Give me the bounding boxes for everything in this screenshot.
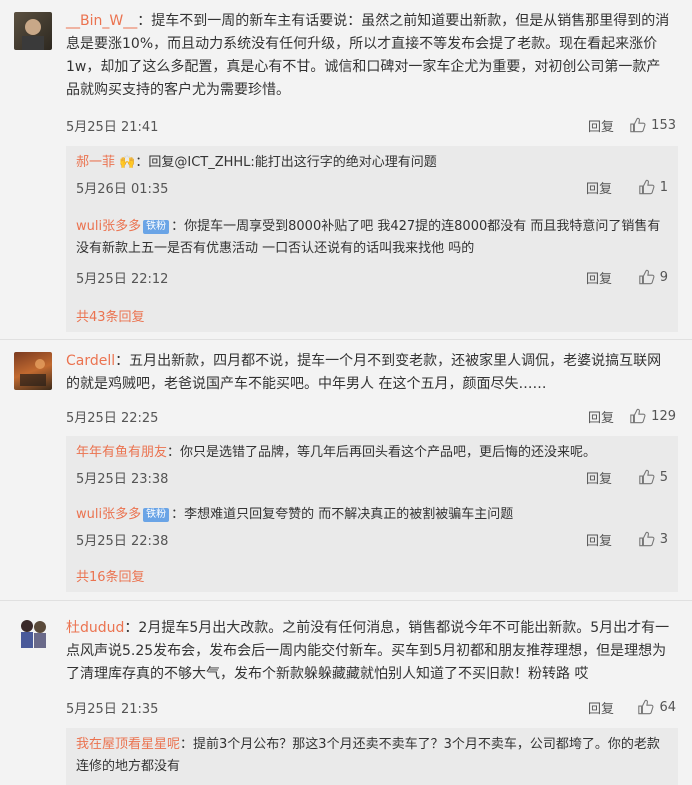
timestamp: 5月25日 21:35 (66, 702, 159, 717)
reply-username[interactable]: wuli张多多 (76, 507, 141, 522)
like-button[interactable]: 129 (629, 407, 676, 425)
reply-username[interactable]: 年年有鱼有朋友 (76, 445, 167, 460)
comment-item: __Bin_W__：提车不到一周的新车主有话要说：虽然之前知道要出新款，但是从销… (0, 0, 692, 340)
like-count: 1 (659, 179, 668, 195)
comment-meta: 5月25日 21:35 回复 64 (66, 698, 676, 720)
reply-item: 年年有鱼有朋友：你只是选错了品牌，等几年后再回头看这个产品吧，更后悔的还没来呢。 (76, 445, 597, 460)
reply-button[interactable]: 回复 (588, 116, 614, 135)
reply-text: 回复@ICT_ZHHL:能打出这行字的绝对心理有问题 (148, 155, 437, 170)
like-count: 9 (659, 269, 668, 285)
avatar[interactable] (14, 615, 52, 653)
like-button[interactable]: 153 (629, 116, 676, 134)
reply-text: 你只是选错了品牌，等几年后再回头看这个产品吧，更后悔的还没来呢。 (180, 445, 597, 460)
reply-meta: 5月26日 01:35 回复 1 (76, 178, 668, 200)
comment-meta: 5月25日 21:41 回复 153 (66, 116, 676, 138)
fan-badge: 铁粉 (143, 508, 170, 522)
reply-item: wuli张多多 铁粉 ：你提车一周享受到8000补贴了吧 我427提的连8000都没… (76, 219, 661, 256)
thumbs-up-icon (630, 117, 646, 133)
reply-button[interactable]: 回复 (588, 698, 614, 717)
like-button[interactable]: 1 (638, 178, 668, 196)
reply-thread: 年年有鱼有朋友：你只是选错了品牌，等几年后再回头看这个产品吧，更后悔的还没来呢。… (66, 436, 678, 592)
timestamp: 5月25日 21:41 (66, 120, 159, 135)
avatar[interactable] (14, 352, 52, 390)
like-count: 5 (659, 469, 668, 485)
thumbs-up-icon (638, 269, 655, 285)
reply-meta: 5月25日 22:12 回复 9 (76, 268, 668, 290)
reply-button[interactable]: 回复 (586, 468, 612, 487)
like-button[interactable]: 64 (637, 698, 676, 716)
like-button[interactable]: 5 (638, 468, 668, 486)
comment-text: 提车不到一周的新车主有话要说：虽然之前知道要出新款，但是从销售那里得到的消息是要… (66, 13, 670, 98)
thumbs-up-icon (638, 469, 655, 485)
like-count: 153 (651, 117, 676, 133)
comment-body: __Bin_W__：提车不到一周的新车主有话要说：虽然之前知道要出新款，但是从销… (66, 13, 670, 98)
thumbs-up-icon (638, 179, 655, 195)
timestamp: 5月26日 01:35 (76, 182, 169, 197)
comment-body: Cardell：五月出新款，四月都不说，提车一个月不到变老款，还被家里人调侃，老… (66, 353, 662, 392)
thumbs-up-icon (638, 531, 655, 547)
avatar[interactable] (14, 12, 52, 50)
more-replies-link[interactable]: 共16条回复 (76, 566, 145, 585)
username[interactable]: __Bin_W__ (66, 13, 137, 29)
timestamp: 5月25日 22:25 (66, 411, 159, 426)
emoji: 🙌 (119, 155, 136, 170)
comment-text: 2月提车5月出大改款。之前没有任何消息，销售都说今年不可能出新款。5月出才有一点… (66, 620, 670, 682)
like-count: 64 (659, 699, 676, 715)
comment-body: 杜dudud：2月提车5月出大改款。之前没有任何消息，销售都说今年不可能出新款。… (66, 620, 670, 682)
comment-item: 杜dudud：2月提车5月出大改款。之前没有任何消息，销售都说今年不可能出新款。… (0, 601, 692, 785)
thumbs-up-icon (630, 408, 646, 424)
reply-text: 李想难道只回复夸赞的 而不解决真正的被割被骗车主问题 (184, 507, 514, 522)
reply-button[interactable]: 回复 (586, 530, 612, 549)
timestamp: 5月25日 22:38 (76, 534, 169, 549)
reply-username[interactable]: 我在屋顶看星星呢 (76, 737, 180, 752)
like-count: 129 (651, 408, 676, 424)
like-button[interactable]: 9 (638, 268, 668, 286)
fan-badge: 铁粉 (143, 220, 170, 234)
comment-feed: __Bin_W__：提车不到一周的新车主有话要说：虽然之前知道要出新款，但是从销… (0, 0, 692, 785)
like-button[interactable]: 3 (638, 530, 668, 548)
reply-item: 郝一菲 🙌：回复@ICT_ZHHL:能打出这行字的绝对心理有问题 (76, 155, 437, 170)
timestamp: 5月25日 22:12 (76, 272, 169, 287)
comment-item: Cardell：五月出新款，四月都不说，提车一个月不到变老款，还被家里人调侃，老… (0, 340, 692, 601)
reply-meta: 5月25日 23:38 回复 5 (76, 468, 668, 490)
reply-username[interactable]: wuli张多多 (76, 219, 141, 234)
reply-item: wuli张多多 铁粉 ：李想难道只回复夸赞的 而不解决真正的被割被骗车主问题 (76, 507, 514, 522)
timestamp: 5月25日 23:38 (76, 472, 169, 487)
reply-thread: 郝一菲 🙌：回复@ICT_ZHHL:能打出这行字的绝对心理有问题 5月26日 0… (66, 146, 678, 332)
reply-button[interactable]: 回复 (586, 178, 612, 197)
like-count: 3 (659, 531, 668, 547)
username[interactable]: 杜dudud (66, 620, 124, 636)
thumbs-up-icon (638, 699, 654, 715)
more-replies-link[interactable]: 共43条回复 (76, 306, 145, 325)
comment-text: 五月出新款，四月都不说，提车一个月不到变老款，还被家里人调侃，老婆说搞互联网的就… (66, 353, 662, 392)
reply-thread: 我在屋顶看星星呢：提前3个月公布？那这3个月还卖不卖车了？3个月不卖车，公司都垮… (66, 728, 678, 785)
reply-item: 我在屋顶看星星呢：提前3个月公布？那这3个月还卖不卖车了？3个月不卖车，公司都垮… (76, 737, 660, 774)
username[interactable]: Cardell (66, 353, 115, 369)
reply-button[interactable]: 回复 (586, 268, 612, 287)
comment-meta: 5月25日 22:25 回复 129 (66, 407, 676, 429)
reply-username[interactable]: 郝一菲 (76, 155, 115, 170)
reply-meta: 5月25日 22:38 回复 3 (76, 530, 668, 552)
reply-button[interactable]: 回复 (588, 407, 614, 426)
